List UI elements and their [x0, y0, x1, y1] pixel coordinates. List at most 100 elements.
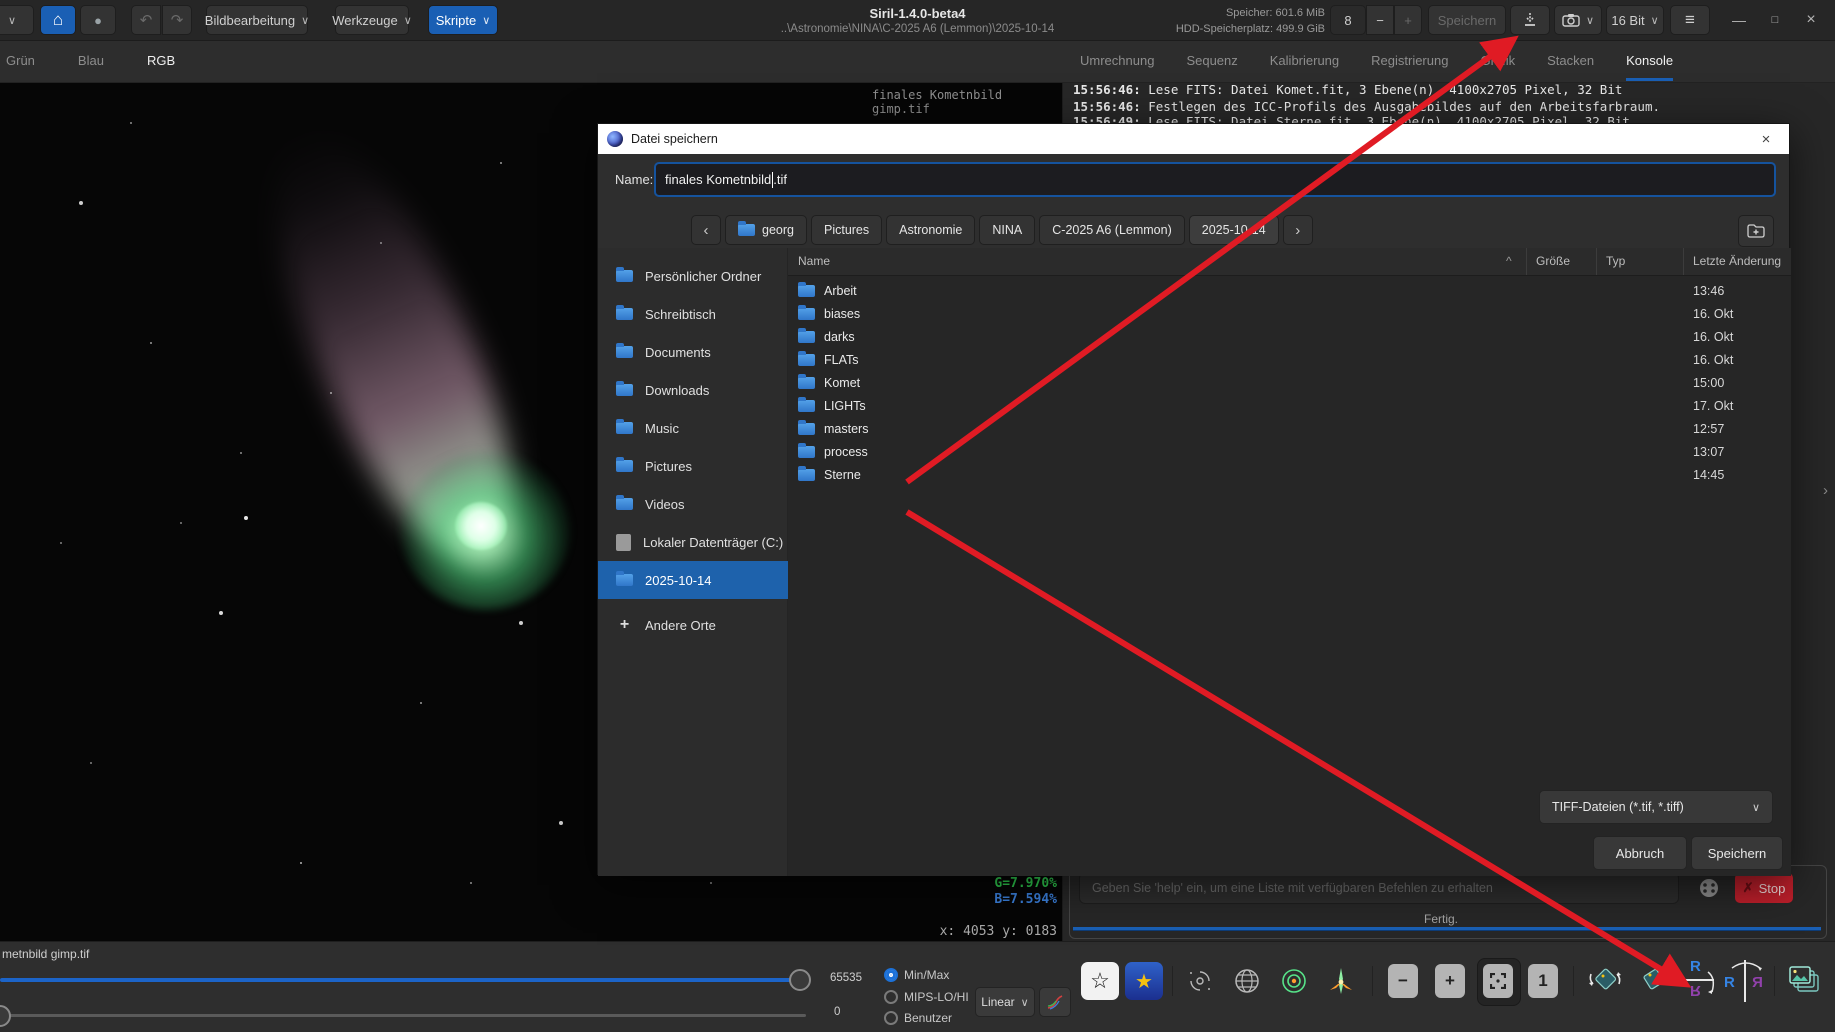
- dialog-close-button[interactable]: ×: [1751, 124, 1781, 154]
- dialog-title: Datei speichern: [631, 132, 718, 146]
- sidebar-item-videos[interactable]: Videos: [598, 485, 788, 523]
- tab-rgb[interactable]: RGB: [147, 41, 175, 81]
- file-row[interactable]: darks16. Okt: [788, 325, 1791, 348]
- lo-slider-handle[interactable]: [0, 1005, 11, 1027]
- stop-button[interactable]: ✗ Stop: [1735, 873, 1793, 903]
- tab-conversion[interactable]: Umrechnung: [1080, 41, 1154, 81]
- sidebar-item-documents[interactable]: Documents: [598, 333, 788, 371]
- lo-value: 0: [834, 1006, 840, 1018]
- rotate-left-button[interactable]: [1586, 962, 1624, 1000]
- breadcrumb-target[interactable]: C-2025 A6 (Lemmon): [1039, 215, 1185, 245]
- radio-minmax[interactable]: Min/Max: [884, 966, 949, 984]
- tab-stacking[interactable]: Stacken: [1547, 41, 1594, 81]
- photometry-button[interactable]: ☆: [1081, 962, 1119, 1000]
- breadcrumb-pictures[interactable]: Pictures: [811, 215, 882, 245]
- desktop-folder-icon: [616, 308, 633, 320]
- panel-expander-icon[interactable]: ›: [1823, 482, 1828, 499]
- file-row[interactable]: LIGHTs17. Okt: [788, 394, 1791, 417]
- display-mode-select[interactable]: Linear∨: [975, 987, 1035, 1017]
- pictures-folder-icon: [616, 460, 633, 472]
- filename-input[interactable]: finales Kometnbild.tif: [654, 162, 1776, 197]
- column-size[interactable]: Größe: [1536, 254, 1570, 268]
- zoom-100-button[interactable]: 1: [1528, 964, 1558, 998]
- siril-app-icon: [607, 131, 623, 147]
- cancel-button[interactable]: Abbruch: [1593, 836, 1687, 870]
- breadcrumb-home[interactable]: georg: [725, 215, 807, 245]
- file-row[interactable]: FLATs16. Okt: [788, 348, 1791, 371]
- sidebar-item-other-locations[interactable]: +Andere Orte: [598, 606, 788, 644]
- curve-editor-button[interactable]: [1039, 987, 1071, 1017]
- zoom-out-button[interactable]: −: [1388, 964, 1418, 998]
- dialog-title-bar[interactable]: Datei speichern: [598, 124, 1789, 154]
- star-icon: ★: [1135, 969, 1153, 994]
- dialog-save-button[interactable]: Speichern: [1691, 836, 1783, 870]
- console-line: 15:56:46: Lese FITS: Datei Komet.fit, 3 …: [1073, 82, 1835, 97]
- file-row[interactable]: Arbeit13:46: [788, 279, 1791, 302]
- concentric-circles-icon: [1280, 967, 1308, 995]
- folder-icon: [798, 377, 815, 389]
- chevron-down-icon: ∨: [1021, 996, 1029, 1009]
- open-file-label: metnbild gimp.tif: [2, 947, 89, 961]
- file-row[interactable]: biases16. Okt: [788, 302, 1791, 325]
- save-file-dialog: Datei speichern × Name: finales Kometnbi…: [597, 123, 1790, 875]
- zoom-fit-button[interactable]: [1483, 964, 1513, 998]
- window-title: Siril-1.4.0-beta4: [0, 6, 1835, 21]
- file-row[interactable]: Sterne14:45: [788, 463, 1791, 486]
- hi-slider-handle[interactable]: [789, 969, 811, 991]
- stop-x-icon: ✗: [1743, 880, 1754, 896]
- sidebar-item-home[interactable]: Persönlicher Ordner: [598, 257, 788, 295]
- file-row[interactable]: Komet15:00: [788, 371, 1791, 394]
- command-input[interactable]: Geben Sie 'help' ein, um eine Liste mit …: [1079, 872, 1679, 904]
- sidebar-item-music[interactable]: Music: [598, 409, 788, 447]
- progress-bar: [1073, 927, 1821, 931]
- sidebar-item-2025-10-14[interactable]: 2025-10-14: [598, 561, 788, 599]
- column-name[interactable]: Name: [798, 254, 830, 268]
- folder-icon: [616, 574, 633, 586]
- breadcrumb-nina[interactable]: NINA: [979, 215, 1035, 245]
- command-dice-icon[interactable]: [1691, 874, 1727, 902]
- new-folder-button[interactable]: [1738, 215, 1774, 247]
- star-detection-button[interactable]: [1322, 962, 1360, 1000]
- sidebar-item-desktop[interactable]: Schreibtisch: [598, 295, 788, 333]
- tab-green[interactable]: Grün: [6, 41, 35, 81]
- tab-sequence[interactable]: Sequenz: [1186, 41, 1237, 81]
- sidebar-item-drive-c[interactable]: Lokaler Datenträger (C:): [598, 523, 788, 561]
- breadcrumb-back-button[interactable]: ‹: [691, 215, 721, 245]
- home-folder-icon: [738, 224, 755, 236]
- breadcrumb-astronomie[interactable]: Astronomie: [886, 215, 975, 245]
- lo-slider[interactable]: [0, 1014, 806, 1017]
- file-row[interactable]: masters12:57: [788, 417, 1791, 440]
- flip-vertical-button[interactable]: R R: [1676, 960, 1720, 1004]
- radio-user[interactable]: Benutzer: [884, 1009, 952, 1027]
- flip-horizontal-button[interactable]: R R: [1724, 960, 1768, 1004]
- psf-star-button[interactable]: ★: [1125, 962, 1163, 1000]
- column-modified[interactable]: Letzte Änderung: [1693, 254, 1781, 268]
- radio-mips[interactable]: MIPS-LO/HI: [884, 988, 969, 1006]
- tab-plot[interactable]: Grafik: [1480, 41, 1515, 81]
- green-value: G=7.970%: [947, 876, 1057, 891]
- tab-registration[interactable]: Registrierung: [1371, 41, 1448, 81]
- zoom-in-button[interactable]: +: [1435, 964, 1465, 998]
- photometric-cc-button[interactable]: [1275, 962, 1313, 1000]
- astrometry-button[interactable]: [1228, 962, 1266, 1000]
- tab-console[interactable]: Konsole: [1626, 41, 1673, 81]
- filetype-select[interactable]: TIFF-Dateien (*.tif, *.tiff)∨: [1539, 790, 1773, 824]
- sequence-frames-button[interactable]: [1784, 962, 1822, 1000]
- rotate-image-tilted-icon: [1635, 964, 1671, 998]
- sidebar-item-pictures[interactable]: Pictures: [598, 447, 788, 485]
- breadcrumb-forward-button[interactable]: ›: [1283, 215, 1313, 245]
- minus-icon: −: [1398, 971, 1408, 991]
- column-type[interactable]: Typ: [1606, 254, 1625, 268]
- rotate-right-button[interactable]: [1634, 962, 1672, 1000]
- tab-blue[interactable]: Blau: [78, 41, 104, 81]
- console-line: 15:56:46: Festlegen des ICC-Profils des …: [1073, 99, 1835, 114]
- hi-value: 65535: [830, 972, 862, 984]
- breadcrumb-current[interactable]: 2025-10-14: [1189, 215, 1279, 245]
- tab-calibration[interactable]: Kalibrierung: [1270, 41, 1339, 81]
- sidebar-item-downloads[interactable]: Downloads: [598, 371, 788, 409]
- file-row[interactable]: process13:07: [788, 440, 1791, 463]
- drive-icon: [616, 534, 631, 551]
- hdd-info: HDD-Speicherplatz: 499.9 GiB: [1105, 23, 1325, 35]
- flip-arrow-icon: [1726, 958, 1766, 972]
- galaxy-button[interactable]: [1181, 962, 1219, 1000]
